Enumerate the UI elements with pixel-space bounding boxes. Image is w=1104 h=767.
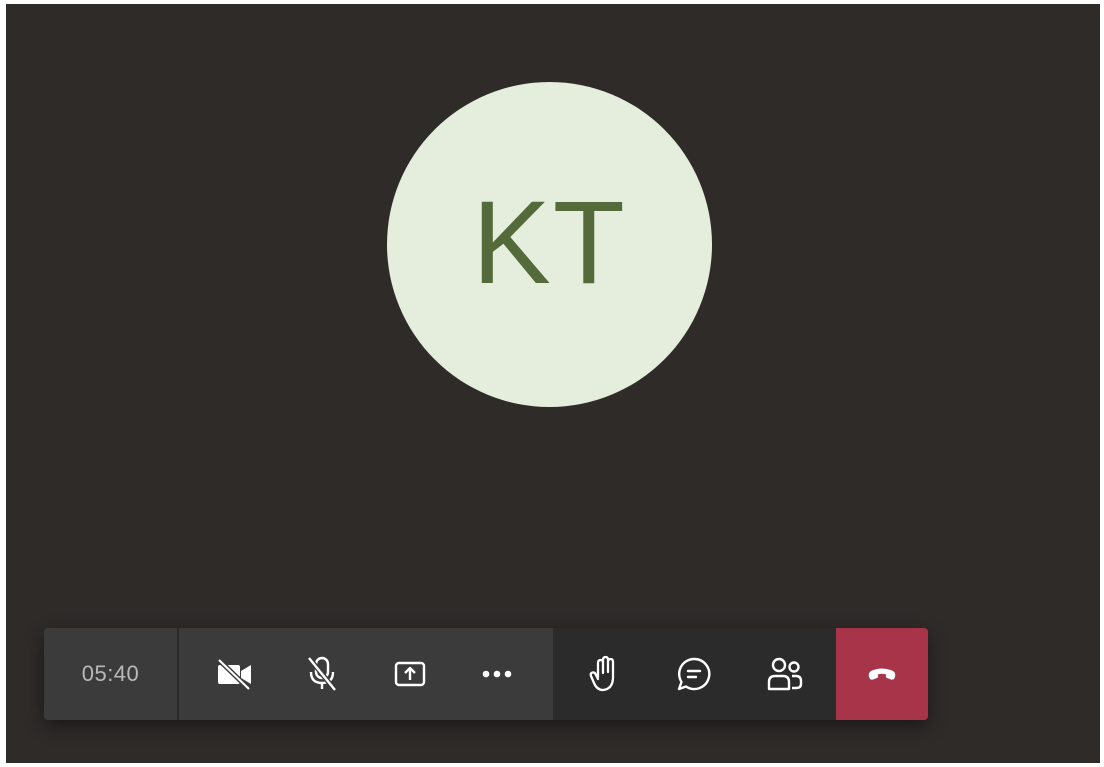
call-stage: KT 05:40	[6, 4, 1100, 763]
more-options-icon	[480, 669, 514, 679]
share-screen-icon	[394, 660, 426, 688]
participants-icon	[766, 656, 804, 692]
collaboration-controls-group	[553, 628, 836, 720]
participant-avatar: KT	[387, 82, 712, 407]
camera-toggle-button[interactable]	[207, 646, 263, 702]
mic-off-icon	[305, 655, 339, 693]
participant-initials: KT	[472, 176, 627, 309]
participants-button[interactable]	[757, 646, 813, 702]
share-screen-button[interactable]	[382, 646, 438, 702]
microphone-toggle-button[interactable]	[294, 646, 350, 702]
hang-up-icon	[867, 667, 897, 681]
camera-off-icon	[215, 657, 255, 691]
more-options-button[interactable]	[469, 646, 525, 702]
hang-up-button[interactable]	[836, 628, 928, 720]
chat-button[interactable]	[666, 646, 722, 702]
raise-hand-button[interactable]	[576, 646, 632, 702]
call-timer: 05:40	[44, 628, 177, 720]
media-controls-group	[179, 628, 553, 720]
chat-icon	[676, 656, 712, 692]
raise-hand-icon	[589, 655, 619, 693]
call-controls-toolbar: 05:40	[44, 628, 928, 720]
